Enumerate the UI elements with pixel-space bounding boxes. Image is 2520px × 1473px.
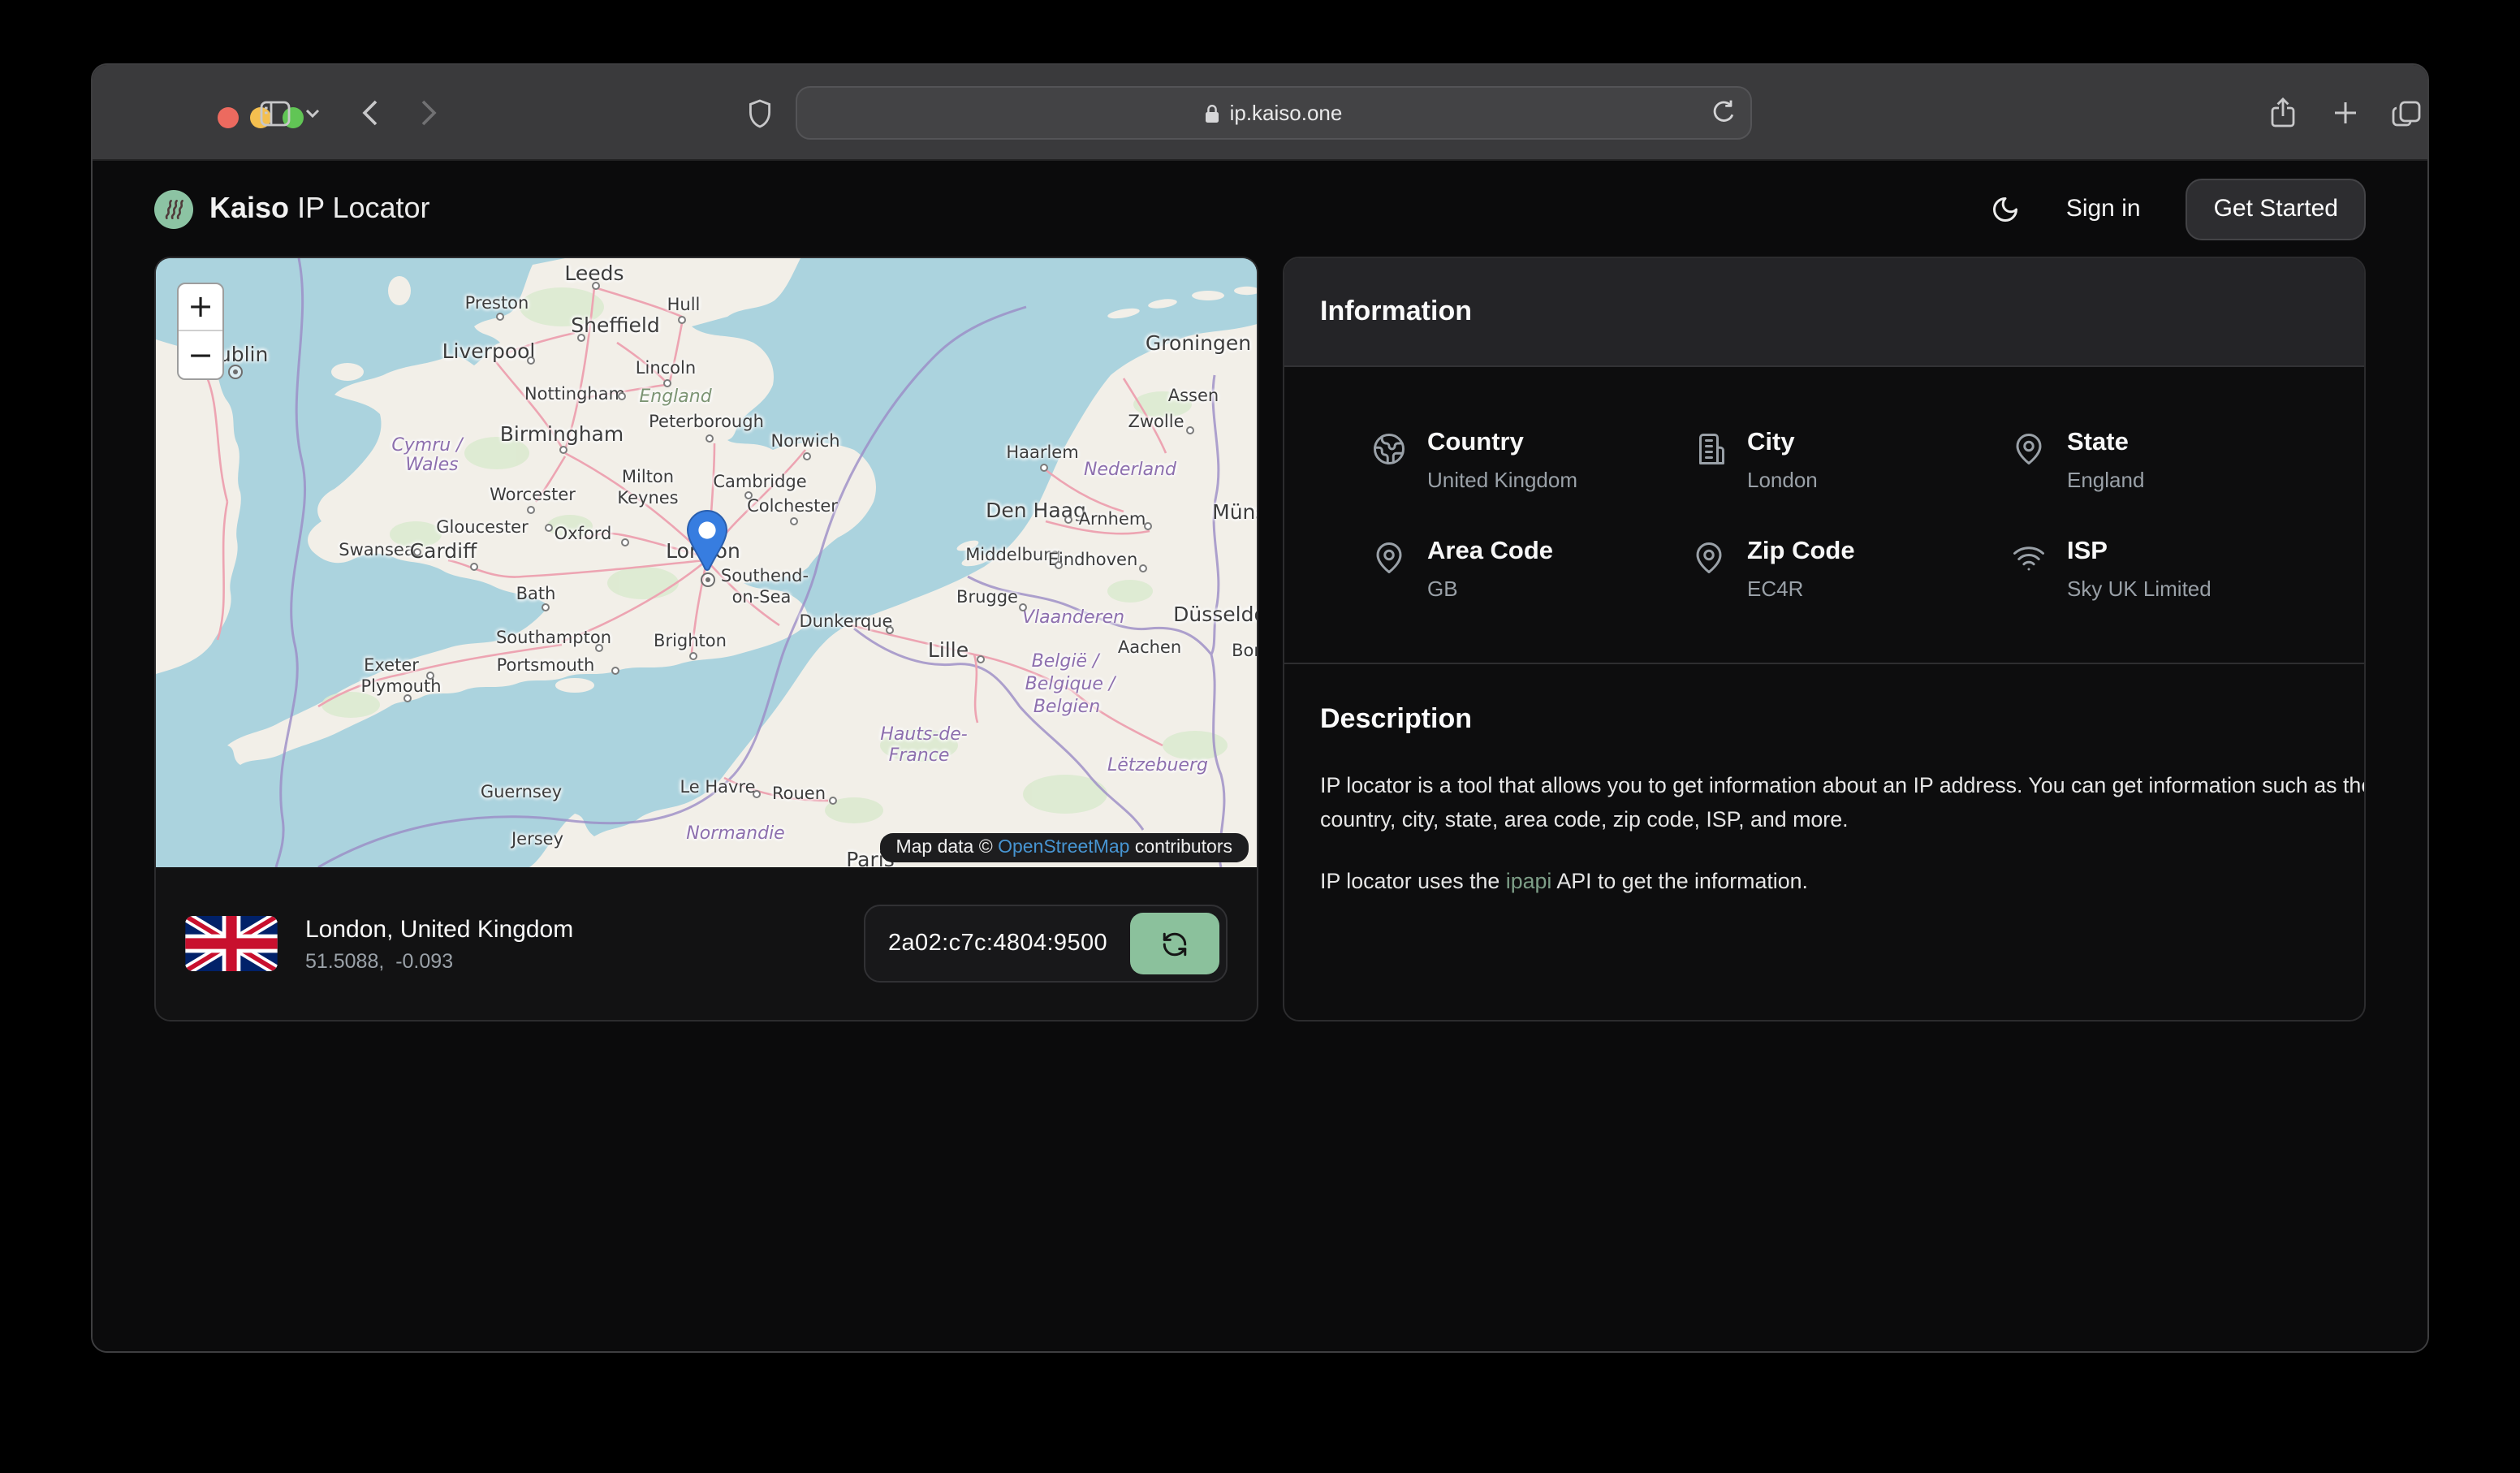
location-coordinates: 51.5088, -0.093 (305, 949, 573, 972)
url-text: ip.kaiso.one (1230, 101, 1343, 125)
map-zoom-control: + − (177, 283, 224, 380)
location-marker-icon[interactable] (687, 510, 727, 583)
info-item-isp: ISP Sky UK Limited (2012, 538, 2332, 601)
sidebar-icon[interactable] (252, 65, 297, 161)
refresh-icon (1161, 930, 1189, 957)
info-item-area-code: Area Code GB (1372, 538, 1692, 601)
city-dot (1064, 516, 1072, 524)
city-dot (886, 626, 894, 634)
ip-address: 2a02:c7c:4804:9500 (888, 931, 1107, 957)
information-header: Information (1284, 258, 2364, 367)
city-dot (496, 313, 504, 321)
map-attribution: Map data © OpenStreetMap contributors (879, 833, 1249, 862)
city-dot (663, 379, 671, 387)
city-dot (595, 644, 603, 652)
city-dot (577, 334, 585, 342)
city-dot (592, 282, 600, 290)
sign-in-link[interactable]: Sign in (2066, 195, 2141, 222)
city-dot (1186, 426, 1194, 434)
city-dot (977, 655, 985, 663)
city-dot (545, 524, 553, 532)
location-name: London, United Kingdom (305, 915, 573, 943)
city-dot (470, 563, 478, 571)
chevron-down-icon[interactable] (300, 65, 323, 161)
site-header: Kaiso IP Locator Sign in Get Started (93, 161, 2427, 257)
city-dot (527, 356, 535, 365)
ipapi-link[interactable]: ipapi (1506, 869, 1552, 893)
get-started-button[interactable]: Get Started (2186, 178, 2366, 240)
tab-overview-icon[interactable] (2385, 65, 2427, 161)
location-row: London, United Kingdom 51.5088, -0.093 2… (156, 867, 1257, 1020)
back-icon[interactable] (352, 65, 388, 161)
city-dot (678, 316, 686, 324)
city-dot (618, 392, 626, 400)
url-bar[interactable]: ip.kaiso.one (796, 86, 1752, 140)
info-item-city: City London (1692, 429, 2012, 492)
city-dot (1144, 522, 1152, 530)
city-dot (621, 538, 629, 546)
city-dot (1139, 564, 1147, 572)
description-title: Description (1320, 703, 2328, 736)
information-title: Information (1320, 296, 1472, 328)
city-dot (706, 434, 714, 443)
city-dot (744, 491, 753, 499)
reload-icon[interactable] (1711, 99, 1736, 132)
city-dot (426, 672, 434, 680)
ip-address-box[interactable]: 2a02:c7c:4804:9500 (864, 905, 1228, 983)
city-dot (803, 452, 811, 460)
info-item-country: Country United Kingdom (1372, 429, 1692, 492)
city-dot (611, 667, 619, 675)
privacy-shield-icon[interactable] (742, 65, 778, 161)
share-icon[interactable] (2263, 65, 2302, 161)
browser-window: ip.kaiso.one (91, 63, 2429, 1353)
city-dot (1040, 464, 1048, 472)
city-dot (1055, 561, 1063, 569)
city-bullseye-dot (228, 365, 243, 379)
openstreetmap-link[interactable]: OpenStreetMap (998, 838, 1129, 857)
refresh-ip-button[interactable] (1130, 913, 1219, 974)
city-dot (1019, 603, 1027, 611)
zoom-in-button[interactable]: + (179, 284, 222, 331)
browser-toolbar: ip.kaiso.one (93, 65, 2427, 161)
city-dot (542, 603, 550, 611)
city-dot (753, 790, 761, 798)
map-card: LeedsPrestonHullSheffieldDublinLiverpool… (154, 257, 1258, 1022)
information-grid: Country United Kingdom City (1284, 367, 2364, 650)
info-item-zip-code: Zip Code EC4R (1692, 538, 2012, 601)
description-paragraph-1: IP locator is a tool that allows you to … (1320, 768, 2366, 838)
page-content: Kaiso IP Locator Sign in Get Started (93, 161, 2427, 1353)
city-dot (413, 548, 421, 556)
building-icon (1692, 432, 1726, 492)
map-pin-icon (1692, 541, 1726, 601)
info-item-state: State England (2012, 429, 2332, 492)
city-dot (829, 797, 837, 805)
kaiso-logo-icon (154, 189, 193, 228)
description-paragraph-2: IP locator uses the ipapi API to get the… (1320, 864, 2366, 899)
description-section: Description IP locator is a tool that al… (1284, 664, 2364, 938)
zoom-out-button[interactable]: − (179, 331, 222, 378)
lock-icon (1206, 103, 1220, 123)
map-pin-icon (2012, 432, 2046, 492)
wifi-icon (2012, 541, 2046, 601)
city-dot (689, 652, 697, 660)
city-dot (790, 517, 798, 525)
globe-icon (1372, 432, 1406, 492)
new-tab-icon[interactable] (2325, 65, 2364, 161)
city-dot (403, 694, 412, 702)
brand-title: Kaiso IP Locator (209, 192, 430, 226)
map-pin-icon (1372, 541, 1406, 601)
forward-icon[interactable] (411, 65, 447, 161)
map[interactable]: LeedsPrestonHullSheffieldDublinLiverpool… (156, 258, 1257, 867)
theme-toggle-moon-icon[interactable] (1991, 194, 2021, 223)
city-dot (527, 506, 535, 514)
close-window-button[interactable] (218, 107, 239, 128)
brand[interactable]: Kaiso IP Locator (154, 189, 430, 228)
uk-flag (185, 916, 278, 971)
city-dot (559, 446, 567, 454)
information-card: Information Country (1283, 257, 2366, 1022)
